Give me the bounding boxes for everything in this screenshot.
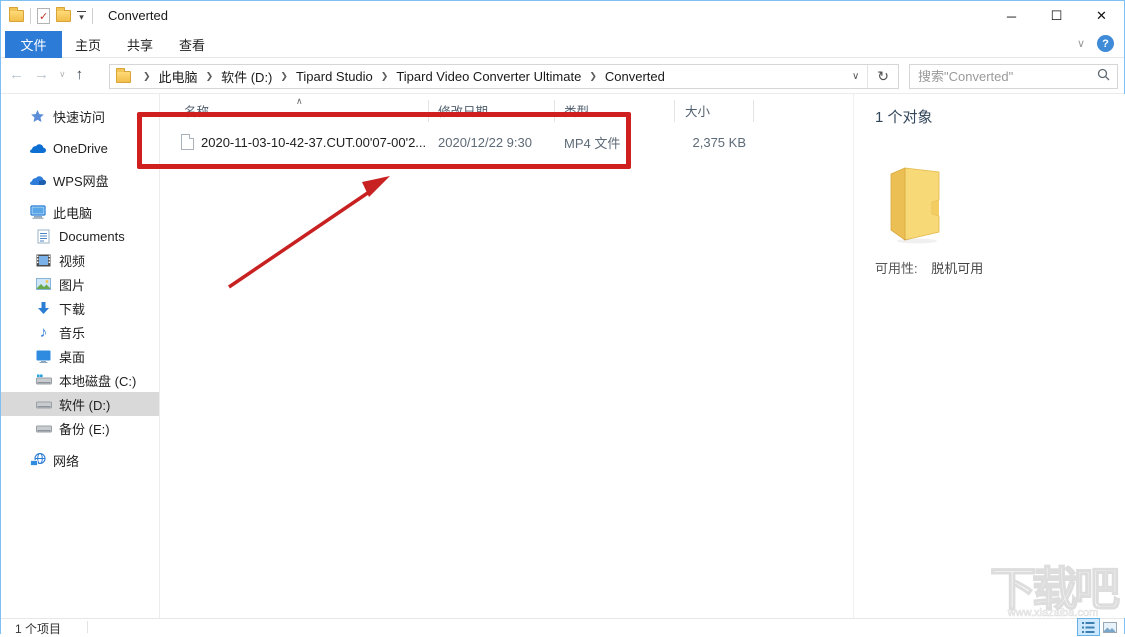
sidebar-item-desktop[interactable]: 桌面 bbox=[1, 344, 159, 368]
wps-cloud-icon bbox=[29, 172, 46, 189]
new-folder-icon[interactable] bbox=[56, 10, 71, 22]
sidebar-item-quick-access[interactable]: 快速访问 bbox=[1, 104, 159, 128]
open-folder-icon bbox=[887, 162, 949, 244]
sidebar-item-this-pc[interactable]: 此电脑 bbox=[1, 200, 159, 224]
large-icons-view-button[interactable] bbox=[1099, 619, 1120, 635]
file-type: MP4 文件 bbox=[564, 133, 620, 152]
sidebar-item-drive-d[interactable]: 软件 (D:) bbox=[1, 392, 159, 416]
sidebar-item-music[interactable]: ♪ 音乐 bbox=[1, 320, 159, 344]
chevron-right-icon: ❯ bbox=[377, 71, 393, 82]
sidebar-item-videos[interactable]: 视频 bbox=[1, 248, 159, 272]
sidebar-item-drive-e[interactable]: 备份 (E:) bbox=[1, 416, 159, 440]
minimize-button[interactable]: ─ bbox=[989, 1, 1034, 31]
chevron-right-icon: ❯ bbox=[585, 71, 601, 82]
up-icon[interactable]: ↑ bbox=[76, 66, 84, 83]
details-pane: 1 个对象 可用性: 脱机可用 bbox=[853, 94, 1125, 618]
drive-d-icon bbox=[35, 396, 52, 413]
navigation-pane: 快速访问 OneDrive WPS网盘 此电脑 Documents 视频 bbox=[1, 94, 160, 618]
search-input[interactable] bbox=[918, 69, 1097, 84]
sidebar-item-drive-c[interactable]: 本地磁盘 (C:) bbox=[1, 368, 159, 392]
window-title: Converted bbox=[108, 8, 168, 23]
divider bbox=[30, 8, 31, 24]
quick-access-star-icon bbox=[29, 108, 46, 125]
documents-icon bbox=[35, 228, 52, 245]
details-view-button[interactable] bbox=[1078, 619, 1099, 635]
sidebar-item-network[interactable]: 网络 bbox=[1, 448, 159, 472]
column-divider[interactable] bbox=[554, 100, 555, 122]
pictures-icon bbox=[35, 276, 52, 293]
item-count: 1 个项目 bbox=[15, 620, 61, 637]
availability-label: 可用性: bbox=[875, 261, 918, 276]
file-name: 2020-11-03-10-42-37.CUT.00'07-00'2... bbox=[201, 135, 426, 150]
breadcrumb-this-pc[interactable]: 此电脑 bbox=[155, 67, 202, 86]
chevron-right-icon: ❯ bbox=[202, 71, 218, 82]
divider bbox=[87, 621, 88, 633]
column-divider[interactable] bbox=[428, 100, 429, 122]
availability-value: 脱机可用 bbox=[931, 261, 983, 276]
help-icon[interactable]: ? bbox=[1097, 35, 1114, 52]
sort-ascending-icon: ∧ bbox=[296, 96, 303, 107]
availability-row: 可用性: 脱机可用 bbox=[875, 258, 983, 277]
ribbon-tab-bar: 文件 主页 共享 查看 ∨ ? bbox=[1, 31, 1124, 58]
breadcrumb-converted[interactable]: Converted bbox=[601, 69, 669, 84]
search-icon[interactable] bbox=[1097, 68, 1110, 86]
sidebar-item-onedrive[interactable]: OneDrive bbox=[1, 136, 159, 160]
folder-icon[interactable] bbox=[9, 10, 24, 22]
column-header-type[interactable]: 类型 bbox=[564, 98, 589, 124]
tab-home[interactable]: 主页 bbox=[62, 31, 114, 58]
address-dropdown-icon[interactable]: ∨ bbox=[844, 65, 868, 88]
column-header-name[interactable]: 名称 bbox=[184, 98, 209, 124]
tab-view[interactable]: 查看 bbox=[166, 31, 218, 58]
desktop-icon bbox=[35, 348, 52, 365]
column-header-size[interactable]: 大小 bbox=[685, 98, 710, 124]
divider bbox=[92, 8, 93, 24]
tab-share[interactable]: 共享 bbox=[114, 31, 166, 58]
explorer-window: ▾ Converted ─ ☐ ✕ 文件 主页 共享 查看 ∨ ? ← → ∨ … bbox=[0, 0, 1125, 634]
file-date: 2020/12/22 9:30 bbox=[438, 135, 532, 150]
drive-e-icon bbox=[35, 420, 52, 437]
breadcrumb-tipard-studio[interactable]: Tipard Studio bbox=[292, 69, 377, 84]
close-button[interactable]: ✕ bbox=[1079, 1, 1124, 31]
title-bar: ▾ Converted ─ ☐ ✕ bbox=[1, 1, 1124, 31]
file-list: ∧ 名称 修改日期 类型 大小 2020-11-03-10-42-37.CUT.… bbox=[160, 94, 853, 618]
file-row[interactable]: 2020-11-03-10-42-37.CUT.00'07-00'2... 20… bbox=[160, 127, 760, 157]
quick-access-toolbar: ▾ bbox=[9, 5, 93, 27]
music-note-icon: ♪ bbox=[35, 324, 52, 341]
onedrive-cloud-icon bbox=[29, 140, 46, 157]
column-header-date[interactable]: 修改日期 bbox=[438, 98, 488, 124]
address-row: ← → ∨ ↑ ❯ 此电脑 ❯ 软件 (D:) ❯ Tipard Studio … bbox=[1, 58, 1124, 94]
address-bar[interactable]: ❯ 此电脑 ❯ 软件 (D:) ❯ Tipard Studio ❯ Tipard… bbox=[109, 64, 899, 89]
sidebar-item-pictures[interactable]: 图片 bbox=[1, 272, 159, 296]
back-icon[interactable]: ← bbox=[9, 66, 24, 83]
videos-film-icon bbox=[35, 252, 52, 269]
recent-locations-icon[interactable]: ∨ bbox=[59, 69, 66, 80]
maximize-button[interactable]: ☐ bbox=[1034, 1, 1079, 31]
downloads-arrow-icon bbox=[35, 300, 52, 317]
status-bar: 1 个项目 bbox=[1, 618, 1124, 635]
refresh-icon[interactable]: ↻ bbox=[868, 65, 898, 88]
file-size: 2,375 KB bbox=[620, 135, 746, 150]
properties-icon[interactable] bbox=[37, 8, 50, 24]
drive-c-icon bbox=[35, 372, 52, 389]
breadcrumb-tipard-vcu[interactable]: Tipard Video Converter Ultimate bbox=[392, 69, 585, 84]
search-box bbox=[909, 64, 1118, 89]
chevron-right-icon: ❯ bbox=[276, 71, 292, 82]
chevron-right-icon: ❯ bbox=[139, 71, 155, 82]
tab-file[interactable]: 文件 bbox=[5, 31, 62, 58]
expand-ribbon-icon[interactable]: ∨ bbox=[1077, 37, 1085, 50]
sidebar-item-downloads[interactable]: 下载 bbox=[1, 296, 159, 320]
breadcrumb-drive-d[interactable]: 软件 (D:) bbox=[217, 67, 276, 86]
forward-icon[interactable]: → bbox=[34, 66, 49, 83]
breadcrumb: ❯ 此电脑 ❯ 软件 (D:) ❯ Tipard Studio ❯ Tipard… bbox=[139, 67, 844, 86]
column-divider[interactable] bbox=[674, 100, 675, 122]
sidebar-item-wps-cloud[interactable]: WPS网盘 bbox=[1, 168, 159, 192]
location-folder-icon bbox=[116, 71, 131, 83]
file-icon bbox=[181, 134, 194, 150]
column-divider[interactable] bbox=[753, 100, 754, 122]
sidebar-item-documents[interactable]: Documents bbox=[1, 224, 159, 248]
network-icon bbox=[29, 452, 46, 469]
object-count: 1 个对象 bbox=[875, 106, 933, 127]
this-pc-monitor-icon bbox=[29, 204, 46, 221]
customize-toolbar-icon[interactable]: ▾ bbox=[77, 11, 86, 22]
